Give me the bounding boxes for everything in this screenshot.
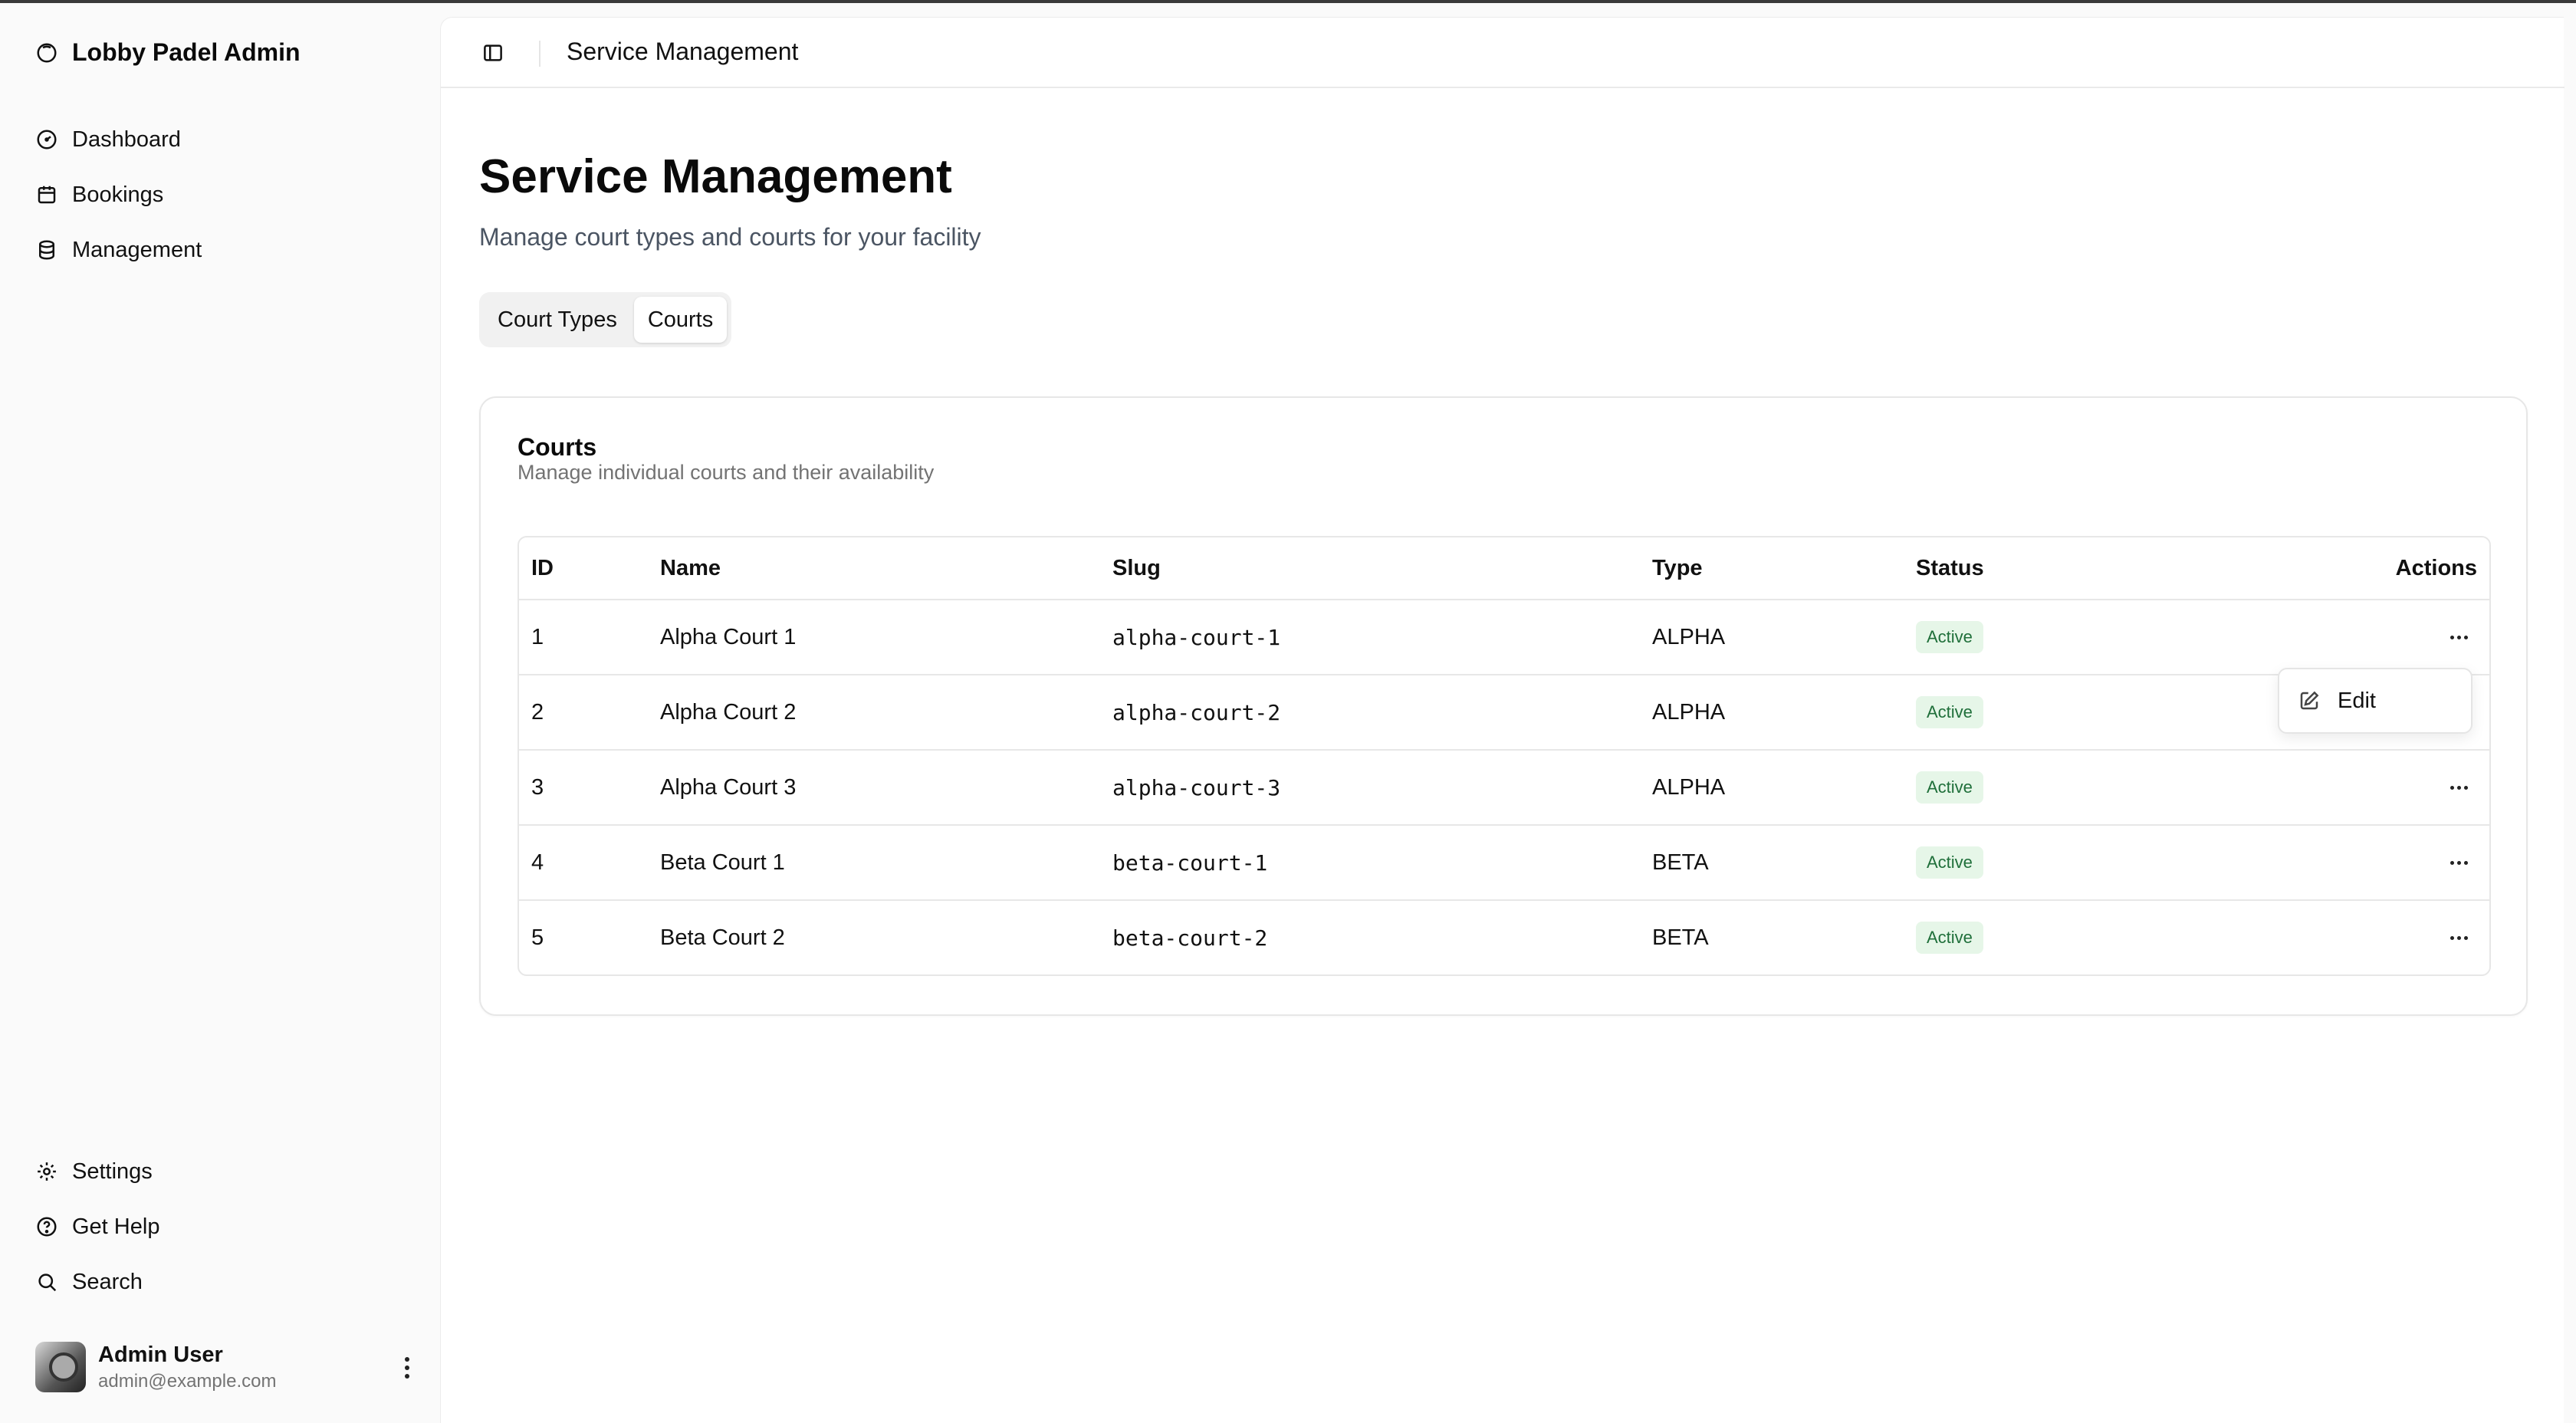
sidebar-item-management[interactable]: Management: [35, 222, 419, 278]
sidebar-secondary-nav: Settings Get Help Search: [35, 1144, 419, 1310]
page-subtitle: Manage court types and courts for your f…: [479, 223, 981, 251]
cell-status: Active: [1916, 901, 1983, 974]
header-divider: [539, 41, 540, 67]
app-title: Lobby Padel Admin: [72, 38, 301, 66]
status-badge: Active: [1916, 922, 1983, 954]
sidebar-item-search[interactable]: Search: [35, 1254, 419, 1310]
cell-status: Active: [1916, 675, 1983, 749]
gauge-icon: [35, 128, 58, 151]
logo-circle-icon: [35, 41, 58, 64]
database-icon: [35, 238, 58, 261]
help-circle-icon: [35, 1215, 58, 1238]
cell-status: Active: [1916, 751, 1983, 824]
cell-actions: [2440, 826, 2477, 899]
main-content: Service Management Service Management Ma…: [440, 17, 2564, 1423]
column-header-name[interactable]: Name: [660, 537, 721, 599]
cell-type: BETA: [1652, 925, 1709, 950]
user-info: Admin User admin@example.com: [98, 1342, 276, 1392]
table-row: 4 Beta Court 1 beta-court-1 BETA Active: [519, 824, 2489, 899]
table-row: 5 Beta Court 2 beta-court-2 BETA Active: [519, 899, 2489, 974]
tabs: Court Types Courts: [479, 292, 732, 347]
sidebar-item-label: Search: [72, 1269, 143, 1294]
more-horizontal-icon[interactable]: [2440, 769, 2477, 806]
avatar: [35, 1342, 86, 1392]
tab-courts[interactable]: Courts: [633, 297, 728, 343]
cell-name: Beta Court 2: [660, 925, 785, 950]
cell-type: ALPHA: [1652, 699, 1726, 725]
card-title: Courts: [518, 433, 597, 461]
cell-status: Active: [1916, 600, 1983, 674]
cell-type: ALPHA: [1652, 624, 1726, 649]
cell-slug: alpha-court-1: [1112, 624, 1281, 650]
sidebar-item-bookings[interactable]: Bookings: [35, 167, 419, 222]
table-row: 3 Alpha Court 3 alpha-court-3 ALPHA Acti…: [519, 749, 2489, 824]
sidebar-item-label: Settings: [72, 1158, 153, 1184]
header-title: Service Management: [567, 38, 799, 65]
card-subtitle: Manage individual courts and their avail…: [518, 461, 935, 484]
column-header-actions: Actions: [2395, 555, 2477, 580]
brand[interactable]: Lobby Padel Admin: [35, 38, 301, 67]
column-header-status[interactable]: Status: [1916, 537, 1984, 599]
cell-slug: beta-court-2: [1112, 925, 1268, 951]
gear-icon: [35, 1160, 58, 1183]
cell-id: 4: [531, 850, 544, 875]
cell-actions: [2440, 751, 2477, 824]
top-header: Service Management: [441, 18, 2564, 88]
cell-name: Beta Court 1: [660, 850, 785, 875]
cell-id: 1: [531, 624, 544, 649]
status-badge: Active: [1916, 771, 1983, 804]
cell-slug: alpha-court-3: [1112, 774, 1281, 800]
sidebar-item-get-help[interactable]: Get Help: [35, 1199, 419, 1254]
table-row: 2 Alpha Court 2 alpha-court-2 ALPHA Acti…: [519, 674, 2489, 749]
cell-name: Alpha Court 3: [660, 774, 797, 800]
sidebar-item-label: Bookings: [72, 182, 164, 207]
sidebar-nav: Dashboard Bookings Management: [35, 112, 419, 278]
cell-id: 5: [531, 925, 544, 950]
edit-icon: [2298, 689, 2321, 712]
cell-id: 2: [531, 699, 544, 725]
user-profile[interactable]: Admin User admin@example.com: [35, 1340, 419, 1394]
edit-menu-item[interactable]: Edit: [2278, 668, 2472, 734]
sidebar-item-settings[interactable]: Settings: [35, 1144, 419, 1199]
cell-status: Active: [1916, 826, 1983, 899]
sidebar-item-label: Dashboard: [72, 127, 181, 152]
sidebar-toggle-icon[interactable]: [478, 38, 508, 68]
status-badge: Active: [1916, 696, 1983, 728]
table-row: 1 Alpha Court 1 alpha-court-1 ALPHA Acti…: [519, 599, 2489, 674]
status-badge: Active: [1916, 621, 1983, 653]
calendar-icon: [35, 183, 58, 206]
cell-actions: [2440, 600, 2477, 674]
user-name: Admin User: [98, 1342, 223, 1367]
column-header-type[interactable]: Type: [1652, 537, 1703, 599]
table-header-row: ID Name Slug Type Status Actions: [519, 537, 2489, 599]
cell-name: Alpha Court 1: [660, 624, 797, 649]
cell-type: ALPHA: [1652, 774, 1726, 800]
page-title: Service Management: [479, 150, 952, 203]
sidebar-item-dashboard[interactable]: Dashboard: [35, 112, 419, 167]
courts-table: ID Name Slug Type Status Actions 1 Alpha…: [518, 536, 2491, 976]
user-email: admin@example.com: [98, 1370, 277, 1392]
sidebar-item-label: Get Help: [72, 1214, 160, 1239]
sidebar-item-label: Management: [72, 237, 202, 262]
cell-type: BETA: [1652, 850, 1709, 875]
status-badge: Active: [1916, 846, 1983, 879]
courts-card: Courts Manage individual courts and thei…: [479, 396, 2528, 1016]
more-horizontal-icon[interactable]: [2440, 619, 2477, 656]
edit-label: Edit: [2338, 688, 2376, 713]
cell-slug: alpha-court-2: [1112, 699, 1281, 725]
more-vertical-icon[interactable]: [396, 1354, 419, 1382]
more-horizontal-icon[interactable]: [2440, 919, 2477, 956]
cell-id: 3: [531, 774, 544, 800]
more-horizontal-icon[interactable]: [2440, 844, 2477, 881]
tab-court-types[interactable]: Court Types: [484, 297, 631, 343]
cell-slug: beta-court-1: [1112, 850, 1268, 876]
search-icon: [35, 1270, 58, 1293]
cell-name: Alpha Court 2: [660, 699, 797, 725]
column-header-slug[interactable]: Slug: [1112, 537, 1161, 599]
column-header-id[interactable]: ID: [531, 537, 554, 599]
sidebar: Lobby Padel Admin Dashboard Bookings Man…: [0, 3, 440, 1423]
cell-actions: [2440, 901, 2477, 974]
